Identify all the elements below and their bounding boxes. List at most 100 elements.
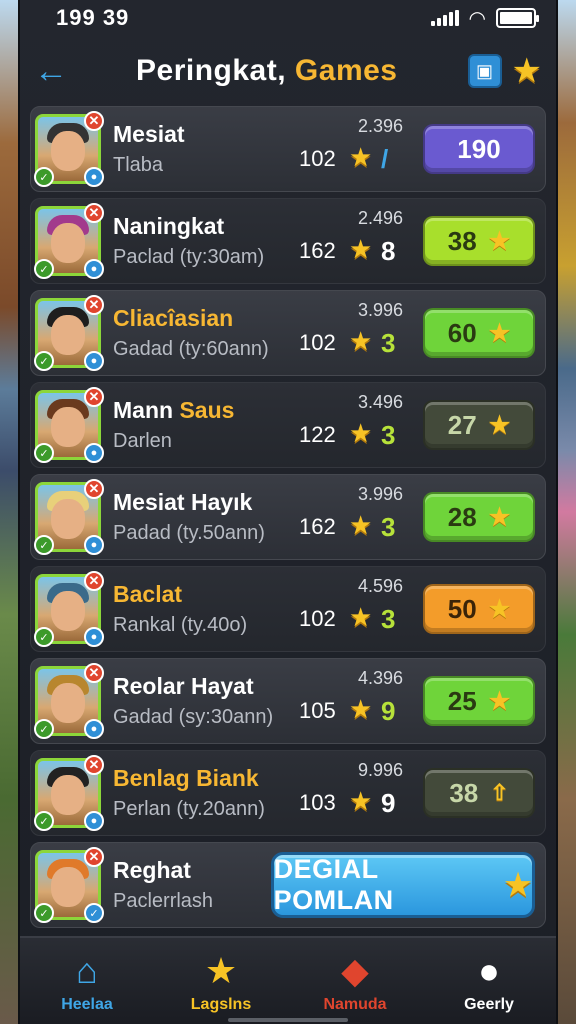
status-badge-icon: ● [84,719,104,739]
player-rank: 122 [299,422,336,447]
points-button[interactable]: 60 ★ [423,308,535,358]
avatar-face [51,223,85,263]
favorite-star-icon[interactable]: ★ [512,51,542,91]
points-button[interactable]: 50 ★ [423,584,535,634]
remove-badge-icon: ✕ [84,111,104,131]
player-subtitle: Darlen [113,430,172,452]
nav-item-tag[interactable]: ◆ Namuda [295,948,415,1014]
leaderboard-row[interactable]: ✕ ✓ ● Benlag Biank Perlan (ty.20ann) 9.9… [30,750,546,836]
player-name: Benlag Biank [113,765,259,791]
upgrade-arrow-icon: ⇧ [490,780,509,805]
leaderboard-row[interactable]: ✕ ✓ ● Mesiat Hayık Padad (ty.50ann) 3.99… [30,474,546,560]
player-score: 4.596 [357,576,403,596]
star-icon: ★ [349,326,373,356]
status-badge-icon: ● [84,259,104,279]
player-score: 3.496 [357,392,403,412]
points-button[interactable]: 28 ★ [423,492,535,542]
leaderboard-row[interactable]: ✕ ✓ ● Cliacîasian Gadad (ty:60ann) 3.996… [30,290,546,376]
leaderboard-row[interactable]: ✕ ✓ ● Naningkat Paclad (ty:30am) 2.496 1… [30,198,546,284]
player-rank: 102 [299,146,336,171]
points-button[interactable]: 25 ★ [423,676,535,726]
player-avatar[interactable]: ✕ ✓ ● [34,755,104,831]
player-name: Mesiat Hayık [113,489,253,515]
points-button[interactable]: 190 [423,124,535,174]
player-avatar[interactable]: ✕ ✓ ● [34,111,104,187]
star-icon: ★ [349,418,373,448]
player-avatar[interactable]: ✕ ✓ ● [34,479,104,555]
player-subtitle: Perlan (ty.20ann) [113,798,265,820]
player-stats: 3.496 122 ★ 3 [299,390,409,460]
points-button[interactable]: 38 ⇧ [423,768,535,818]
background-scenery-right [558,0,576,1024]
status-badge-icon: ● [84,351,104,371]
home-icon: ⌂ [76,950,98,991]
player-rank: 102 [299,606,336,631]
star-count: / [381,144,389,174]
avatar-face [51,499,85,539]
leaderboard-row-self[interactable]: ✕ ✓ ✓ Reghat Paclerrlash DEGIAL POMLAN ★ [30,842,546,928]
player-subtitle: Padad (ty.50ann) [113,522,265,544]
player-info: Reghat Paclerrlash [113,857,247,913]
save-icon[interactable]: ▣ [467,54,502,88]
player-score: 2.496 [357,208,403,228]
points-button[interactable]: 27 ★ [423,400,535,450]
player-info: Mesiat Hayık Padad (ty.50ann) [113,489,293,545]
level-badge-icon: ✓ [34,443,54,463]
nav-label: Heelaa [61,996,113,1013]
player-avatar[interactable]: ✕ ✓ ● [34,571,104,647]
player-score: 9.996 [357,760,403,780]
player-name: Reghat [113,857,191,883]
player-stats: 2.396 102 ★ / [299,114,409,184]
star-icon: ★ [349,602,373,632]
player-subtitle: Gadad (sy:30ann) [113,706,274,728]
nav-item-star[interactable]: ★ Lagslns [161,948,281,1014]
avatar-face [51,867,85,907]
player-avatar[interactable]: ✕ ✓ ● [34,663,104,739]
player-rank: 105 [299,698,336,723]
level-badge-icon: ✓ [34,259,54,279]
player-info: Mesiat Tlaba [113,121,293,177]
player-stats: 3.996 102 ★ 3 [299,298,409,368]
player-info: Mann Saus Darlen [113,397,293,453]
bottom-nav: ⌂ Heelaa ★ Lagslns ◆ Namuda ● Geerly [20,936,556,1024]
player-stats: 9.996 103 ★ 9 [299,758,409,828]
star-count: 3 [381,512,396,542]
level-badge-icon: ✓ [34,167,54,187]
player-avatar[interactable]: ✕ ✓ ● [34,387,104,463]
avatar-face [51,407,85,447]
page-title: Peringkat, Games [74,54,460,88]
player-info: Benlag Biank Perlan (ty.20ann) [113,765,293,821]
remove-badge-icon: ✕ [84,203,104,223]
points-value: 27 [447,409,477,440]
player-name: Mesiat [113,121,185,147]
star-count: 3 [381,420,396,450]
player-name: Naningkat [113,213,225,239]
player-score: 4.396 [357,668,403,688]
person-icon: ● [478,950,500,991]
star-icon: ★ [504,868,532,902]
leaderboard-row[interactable]: ✕ ✓ ● Mesiat Tlaba 2.396 102 ★ / 190 [30,106,546,192]
points-button[interactable]: 38 ★ [423,216,535,266]
cta-button[interactable]: DEGIAL POMLAN ★ [270,852,535,918]
player-info: Cliacîasian Gadad (ty:60ann) [113,305,293,361]
status-badge-icon: ● [84,443,104,463]
level-badge-icon: ✓ [34,627,54,647]
leaderboard-row[interactable]: ✕ ✓ ● Mann Saus Darlen 3.496 122 ★ 3 27 … [30,382,546,468]
star-icon: ★ [349,510,373,540]
star-icon: ★ [488,595,511,623]
player-avatar[interactable]: ✕ ✓ ● [34,203,104,279]
leaderboard-row[interactable]: ✕ ✓ ● Baclat Rankal (ty.40o) 4.596 102 ★… [30,566,546,652]
nav-item-person[interactable]: ● Geerly [429,948,549,1014]
player-score: 3.996 [357,300,403,320]
back-arrow-icon[interactable]: ← [34,52,74,91]
player-info: Baclat Rankal (ty.40o) [113,581,293,637]
player-avatar[interactable]: ✕ ✓ ● [34,295,104,371]
player-avatar[interactable]: ✕ ✓ ✓ [34,847,104,923]
player-stats: 4.596 102 ★ 3 [299,574,409,644]
status-badge-icon: ● [84,811,104,831]
remove-badge-icon: ✕ [84,755,104,775]
leaderboard-row[interactable]: ✕ ✓ ● Reolar Hayat Gadad (sy:30ann) 4.39… [30,658,546,744]
star-icon: ★ [488,411,511,439]
nav-item-home[interactable]: ⌂ Heelaa [27,948,147,1014]
points-value: 190 [457,133,501,164]
